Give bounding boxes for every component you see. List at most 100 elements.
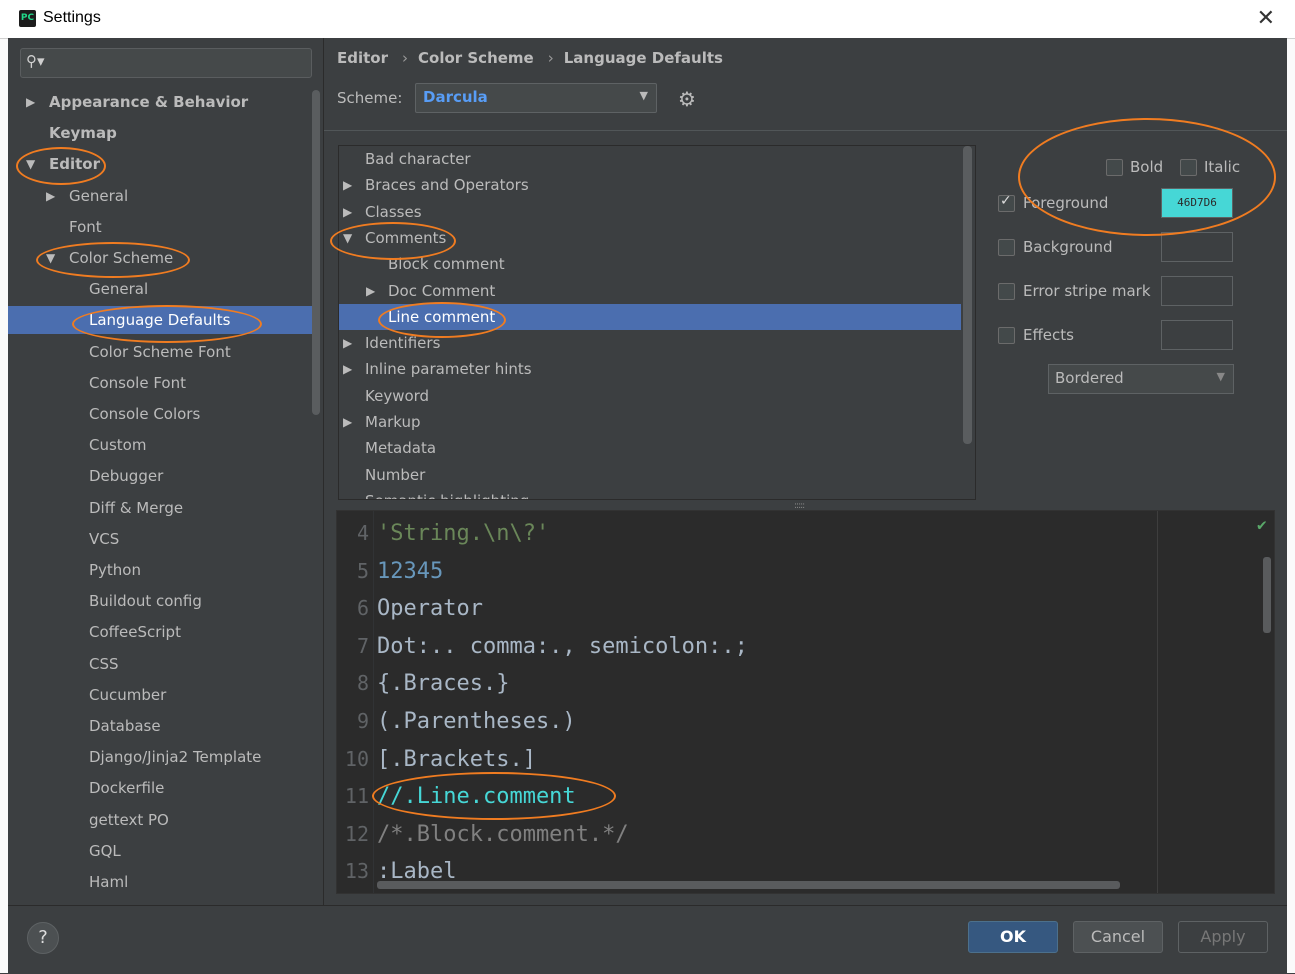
chevron-down-icon[interactable]: ▼ — [26, 150, 35, 178]
apply-button[interactable]: Apply — [1178, 921, 1268, 953]
sidebar-item[interactable]: Haml — [8, 868, 315, 896]
chevron-down-icon[interactable]: ▼ — [343, 225, 352, 251]
attribute-item[interactable]: Metadata — [339, 435, 961, 461]
gear-icon[interactable]: ⚙ — [678, 87, 696, 111]
attribute-item[interactable]: Semantic highlighting — [339, 488, 961, 499]
attributes-scrollbar[interactable] — [963, 146, 972, 444]
line-number: 10 — [344, 746, 369, 771]
scheme-select[interactable]: Darcula ▼ — [415, 83, 657, 113]
chevron-right-icon[interactable]: ▶ — [343, 409, 352, 435]
sidebar-item[interactable]: ▶ General — [8, 182, 315, 210]
sidebar-item[interactable]: General — [8, 275, 315, 303]
effects-checkbox[interactable] — [998, 327, 1015, 344]
sidebar-item[interactable]: Language Defaults — [8, 306, 315, 335]
background-label: Background — [1023, 238, 1113, 256]
attribute-item-label: Semantic highlighting — [365, 488, 529, 499]
chevron-right-icon[interactable]: ▶ — [343, 199, 352, 225]
editor-horizontal-scrollbar[interactable] — [377, 881, 1120, 889]
attribute-item[interactable]: ▶ Classes — [339, 199, 961, 225]
sidebar-item[interactable]: Python — [8, 556, 315, 584]
code-text: 12345 — [377, 558, 444, 584]
sidebar-item[interactable]: GQL — [8, 837, 315, 865]
sidebar-item[interactable]: VCS — [8, 525, 315, 553]
chevron-down-icon[interactable]: ▼ — [46, 244, 55, 272]
sidebar-item[interactable]: ▶ Appearance & Behavior — [8, 88, 315, 116]
error-stripe-color-swatch[interactable] — [1161, 276, 1233, 306]
attribute-item[interactable]: ▶ Braces and Operators — [339, 172, 961, 198]
sidebar-item[interactable]: CSS — [8, 650, 315, 678]
chevron-right-icon[interactable]: ▶ — [366, 278, 375, 304]
chevron-right-icon[interactable]: ▶ — [343, 356, 352, 382]
sidebar-item[interactable]: Dockerfile — [8, 774, 315, 802]
error-stripe-checkbox[interactable] — [998, 283, 1015, 300]
code-line: 12 /*.Block.comment.*/ — [337, 816, 1237, 853]
sidebar-item-label: Appearance & Behavior — [49, 93, 249, 111]
effect-type-select[interactable]: Bordered ▼ — [1048, 364, 1234, 394]
sidebar-item[interactable]: Keymap — [8, 119, 315, 147]
sidebar-item[interactable]: Cucumber — [8, 681, 315, 709]
sidebar-item[interactable]: Buildout config — [8, 587, 315, 615]
help-button[interactable]: ? — [27, 922, 59, 954]
attribute-item[interactable]: Keyword — [339, 383, 961, 409]
editor-vertical-scrollbar[interactable] — [1263, 557, 1271, 633]
pycharm-icon: PC — [19, 10, 36, 27]
line-number: 6 — [356, 596, 369, 621]
background-checkbox[interactable] — [998, 239, 1015, 256]
sidebar-item[interactable]: ▼ Editor — [8, 150, 315, 178]
dialog-footer: ? OK Cancel Apply — [8, 905, 1287, 974]
sidebar-item[interactable]: Database — [8, 712, 315, 740]
sidebar-item[interactable]: gettext PO — [8, 806, 315, 834]
attribute-item[interactable]: ▶ Identifiers — [339, 330, 961, 356]
chevron-right-icon[interactable]: ▶ — [343, 330, 352, 356]
sidebar-item[interactable]: Font — [8, 213, 315, 241]
attribute-item[interactable]: Block comment — [339, 251, 961, 277]
sidebar-item[interactable]: Console Colors — [8, 400, 315, 428]
sidebar-item[interactable]: Diff & Merge — [8, 494, 315, 522]
breadcrumb-color-scheme[interactable]: Color Scheme — [418, 49, 534, 67]
sidebar-item[interactable]: ▼ Color Scheme — [8, 244, 315, 272]
bold-checkbox[interactable] — [1106, 159, 1123, 176]
effects-color-swatch[interactable] — [1161, 320, 1233, 350]
background-color-swatch[interactable] — [1161, 232, 1233, 262]
sidebar-item[interactable]: Custom — [8, 431, 315, 459]
title-bar: PC Settings ✕ — [0, 0, 1295, 39]
chevron-down-icon: ▼ — [639, 89, 648, 102]
sidebar-item-label: Color Scheme Font — [89, 342, 231, 361]
attribute-item[interactable]: ▶ Markup — [339, 409, 961, 435]
ok-button[interactable]: OK — [968, 921, 1058, 953]
attribute-item[interactable]: ▼ Comments — [339, 225, 961, 251]
sidebar-item[interactable]: CoffeeScript — [8, 618, 315, 646]
inspection-ok-icon[interactable]: ✔ — [1257, 515, 1267, 534]
attribute-item[interactable]: Number — [339, 462, 961, 488]
preview-editor[interactable]: 4 'String.\n\?' 5 12345 6 Operator 7 Dot:.. com… — [336, 510, 1275, 894]
sidebar-item[interactable]: Console Font — [8, 369, 315, 397]
sidebar-item-label: Diff & Merge — [89, 498, 184, 517]
search-input[interactable]: ⚲▾ — [20, 48, 312, 78]
chevron-right-icon[interactable]: ▶ — [46, 182, 55, 210]
chevron-right-icon[interactable]: ▶ — [26, 88, 35, 116]
foreground-checkbox[interactable] — [998, 193, 1015, 212]
foreground-color-swatch[interactable]: 46D7D6 — [1161, 188, 1233, 218]
italic-checkbox[interactable] — [1180, 159, 1197, 176]
main-panel: Editor › Color Scheme › Language Defaults Sc… — [324, 38, 1287, 905]
italic-label: Italic — [1204, 158, 1241, 176]
attribute-item[interactable]: Bad character — [339, 146, 961, 172]
line-number: 13 — [344, 859, 369, 884]
sidebar-scrollbar[interactable] — [312, 90, 320, 415]
sidebar-item-label: gettext PO — [89, 810, 169, 829]
attribute-item[interactable]: ▶ Doc Comment — [339, 278, 961, 304]
sidebar-item[interactable]: Color Scheme Font — [8, 338, 315, 366]
sidebar-item[interactable]: Django/Jinja2 Template — [8, 743, 315, 771]
code-text: Dot:.. comma:., semicolon:.; — [377, 633, 748, 659]
attribute-item[interactable]: Line comment — [339, 303, 961, 330]
line-number: 11 — [344, 784, 369, 809]
close-icon[interactable]: ✕ — [1257, 6, 1275, 31]
chevron-right-icon[interactable]: ▶ — [343, 172, 352, 198]
breadcrumb-editor[interactable]: Editor — [337, 49, 388, 67]
attribute-item-label: Inline parameter hints — [365, 360, 532, 379]
code-text: 'String.\n\?' — [377, 521, 550, 546]
sidebar-item[interactable]: Debugger — [8, 462, 315, 490]
line-number: 8 — [356, 671, 369, 696]
cancel-button[interactable]: Cancel — [1073, 921, 1163, 953]
attribute-item[interactable]: ▶ Inline parameter hints — [339, 356, 961, 382]
